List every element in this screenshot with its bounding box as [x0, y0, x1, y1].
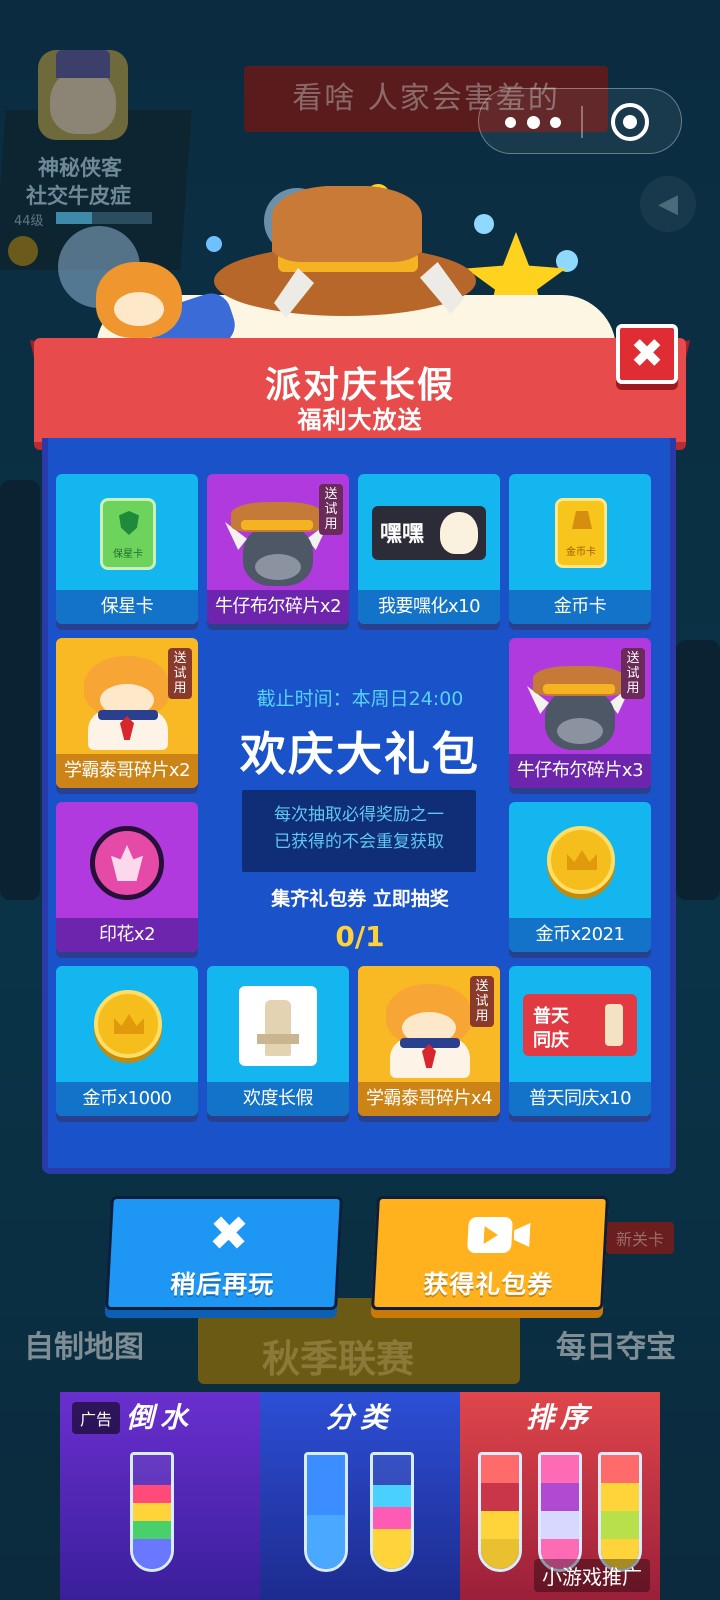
mini-program-capsule — [478, 88, 682, 154]
bunny-icon — [440, 512, 478, 554]
flower-stamp-icon — [90, 826, 164, 900]
play-later-button[interactable]: ✖ 稍后再玩 — [105, 1196, 343, 1310]
card-text: 保星卡 — [113, 549, 143, 560]
ad-banner[interactable]: 倒水 分类 排序 广告 小游戏推广 — [60, 1392, 660, 1600]
prize-cell-celebration[interactable]: 普天 同庆 普天同庆x10 — [509, 966, 651, 1116]
avatar-hat — [56, 50, 110, 78]
card-text: 金币卡 — [566, 547, 596, 558]
prize-cell-star-card[interactable]: 保星卡 保星卡 — [56, 474, 198, 624]
test-tube-icon — [598, 1452, 642, 1572]
crown-coin-icon — [94, 990, 162, 1058]
prize-label: 金币x1000 — [56, 1082, 198, 1116]
gold-bars-icon — [572, 511, 592, 529]
trial-tag: 送试用 — [470, 976, 494, 1027]
shield-icon — [119, 511, 139, 535]
prize-cell-tiger-4[interactable]: 送试用 学霸泰哥碎片x4 — [358, 966, 500, 1116]
more-dots-icon[interactable] — [505, 89, 561, 155]
prize-cell-tiger-2[interactable]: 送试用 学霸泰哥碎片x2 — [56, 638, 198, 788]
ad-column-sort: 分类 — [260, 1392, 460, 1600]
side-panel — [0, 480, 40, 900]
celebration-card-icon: 普天 同庆 — [523, 994, 637, 1056]
deadline-text: 截止时间：本周日24:00 — [256, 688, 464, 710]
rule-line: 已获得的不会重复获取 — [274, 832, 444, 852]
ticket-progress: 0/1 — [335, 920, 385, 953]
crown-coin-icon — [547, 826, 615, 894]
prize-cell-gold-card[interactable]: 金币卡 金币卡 — [509, 474, 651, 624]
cowboy-bull-icon — [527, 666, 631, 750]
cowboy-hat-top — [272, 186, 422, 262]
prize-label: 印花x2 — [56, 918, 198, 952]
level-progress-fill — [56, 212, 93, 224]
trial-tag: 送试用 — [168, 648, 192, 699]
modal-subtitle: 福利大放送 — [297, 406, 423, 434]
capsule-divider — [581, 106, 583, 138]
close-button[interactable]: ✖ — [616, 324, 678, 384]
new-level-badge: 新关卡 — [606, 1222, 675, 1254]
rule-line: 每次抽取必得奖励之一 — [274, 805, 444, 825]
test-tube-icon — [304, 1452, 348, 1572]
player-level: 44级 — [14, 214, 44, 229]
prize-label: 欢度长假 — [207, 1082, 349, 1116]
heihei-sticker-icon: 嘿嘿 — [372, 506, 486, 560]
prize-cell-heihei[interactable]: 嘿嘿 我要嘿化x10 — [358, 474, 500, 624]
card-text: 普天 — [533, 1006, 569, 1027]
target-icon[interactable] — [611, 103, 649, 141]
collect-text: 集齐礼包券 立即抽奖 — [271, 888, 449, 910]
trial-tag: 送试用 — [621, 648, 645, 699]
mini-game-promo-label[interactable]: 小游戏推广 — [534, 1559, 650, 1592]
test-tube-icon — [478, 1452, 522, 1572]
tiger-mascot-icon — [96, 262, 182, 338]
prize-label: 金币卡 — [509, 590, 651, 624]
close-icon: ✖ — [207, 1206, 251, 1262]
sticker-text: 嘿嘿 — [380, 522, 425, 547]
prize-cell-cowboy-bull-3[interactable]: 送试用 牛仔布尔碎片x3 — [509, 638, 651, 788]
ad-label: 广告 — [72, 1402, 121, 1434]
side-panel-right — [676, 640, 720, 900]
prize-label: 牛仔布尔碎片x3 — [509, 754, 651, 788]
get-ticket-button[interactable]: 获得礼包券 — [371, 1196, 609, 1310]
monument-card-icon — [239, 986, 317, 1066]
prize-label: 牛仔布尔碎片x2 — [207, 590, 349, 624]
cowboy-bull-icon — [225, 502, 329, 586]
daily-treasure-label[interactable]: 每日夺宝 — [556, 1322, 676, 1366]
ad-column-title: 分类 — [325, 1401, 394, 1434]
confetti-decoration — [474, 214, 494, 234]
prize-cell-cowboy-bull-2[interactable]: 送试用 牛仔布尔碎片x2 — [207, 474, 349, 624]
prize-label: 我要嘿化x10 — [358, 590, 500, 624]
coin-icon — [8, 236, 38, 266]
test-tube-icon — [538, 1452, 582, 1572]
prize-cell-coins-1000[interactable]: 金币x1000 — [56, 966, 198, 1116]
player-title: 社交牛皮症 — [26, 184, 131, 208]
gold-card-icon: 金币卡 — [555, 498, 607, 568]
autumn-league-label[interactable]: 秋季联赛 — [262, 1328, 414, 1383]
prize-cell-holiday[interactable]: 欢度长假 — [207, 966, 349, 1116]
rules-box: 每次抽取必得奖励之一 已获得的不会重复获取 — [242, 790, 476, 872]
confetti-decoration — [206, 236, 222, 252]
avatar[interactable] — [38, 50, 128, 140]
video-camera-lens — [513, 1223, 530, 1247]
prize-label: 金币x2021 — [509, 918, 651, 952]
video-camera-icon — [467, 1217, 513, 1253]
prize-label: 普天同庆x10 — [509, 1082, 651, 1116]
prize-label: 学霸泰哥碎片x4 — [358, 1082, 500, 1116]
get-ticket-label: 获得礼包券 — [422, 1270, 555, 1299]
test-tube-icon — [370, 1452, 414, 1572]
test-tube-icon — [130, 1452, 174, 1572]
ad-column-title: 排序 — [525, 1401, 594, 1434]
gift-pack-title: 欢庆大礼包 — [240, 727, 480, 781]
level-progress-bar — [56, 212, 152, 224]
tiger-icon — [374, 978, 484, 1078]
player-name: 神秘侠客 — [38, 156, 122, 180]
custom-map-label[interactable]: 自制地图 — [24, 1322, 144, 1366]
prize-label: 学霸泰哥碎片x2 — [56, 754, 198, 788]
trial-tag: 送试用 — [319, 484, 343, 535]
shield-card-icon: 保星卡 — [100, 498, 156, 570]
speaker-icon[interactable]: ◀ — [640, 176, 696, 232]
play-later-label: 稍后再玩 — [169, 1270, 276, 1299]
card-text: 同庆 — [533, 1030, 569, 1051]
prize-cell-stamp[interactable]: 印花x2 — [56, 802, 198, 952]
prize-label: 保星卡 — [56, 590, 198, 624]
tiger-icon — [72, 650, 182, 750]
prize-cell-coins-2021[interactable]: 金币x2021 — [509, 802, 651, 952]
